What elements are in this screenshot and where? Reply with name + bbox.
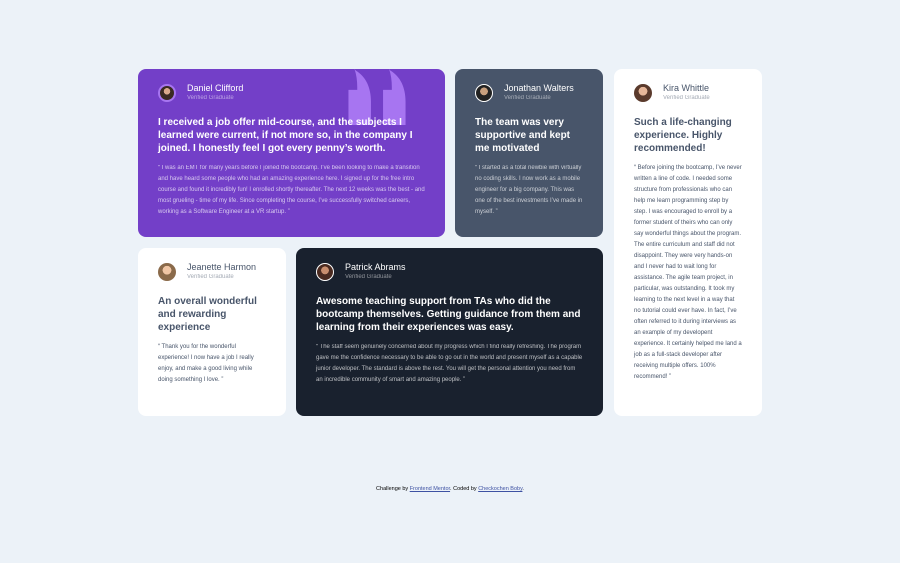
author-link[interactable]: Checkochen Boby <box>478 486 522 492</box>
testimonial-card-jonathan: Jonathan Walters Verified Graduate The t… <box>455 69 603 237</box>
testimonial-card-patrick: Patrick Abrams Verified Graduate Awesome… <box>296 248 603 416</box>
attribution-middle: . Coded by <box>450 486 477 492</box>
testimonial-headline: The team was very supportive and kept me… <box>475 117 571 154</box>
author: Kira Whittle Verified Graduate <box>634 83 742 102</box>
testimonial-card-daniel: Daniel Clifford Verified Graduate I rece… <box>138 69 445 237</box>
author-name: Jeanette Harmon <box>187 262 257 272</box>
avatar <box>634 83 652 102</box>
author-role: Verified Graduate <box>345 274 392 280</box>
attribution: Challenge by Frontend Mentor. Coded by C… <box>0 486 900 492</box>
testimonial-headline: An overall wonderful and rewarding exper… <box>158 296 257 333</box>
testimonial-headline: Awesome teaching support from TAs who di… <box>316 296 581 333</box>
author: Jonathan Walters Verified Graduate <box>475 83 583 102</box>
testimonial-headline: Such a life-changing experience. Highly … <box>634 117 732 154</box>
testimonial-card-kira: Kira Whittle Verified Graduate Such a li… <box>614 69 762 416</box>
author: Patrick Abrams Verified Graduate <box>316 262 583 281</box>
avatar <box>316 262 334 281</box>
avatar <box>158 83 176 102</box>
testimonial-card-jeanette: Jeanette Harmon Verified Graduate An ove… <box>138 248 286 416</box>
testimonial-body: “ I started as a total newbie with virtu… <box>475 165 583 215</box>
avatar <box>475 83 493 102</box>
author: Jeanette Harmon Verified Graduate <box>158 262 266 281</box>
testimonial-headline: I received a job offer mid-course, and t… <box>158 117 413 154</box>
testimonial-body: “ Before joining the bootcamp, I’ve neve… <box>634 165 742 380</box>
testimonial-body: “ I was an EMT for many years before I j… <box>158 165 425 215</box>
frontend-mentor-link[interactable]: Frontend Mentor <box>410 486 450 492</box>
attribution-prefix: Challenge by <box>376 486 409 492</box>
author-name: Kira Whittle <box>663 83 710 93</box>
author-role: Verified Graduate <box>187 95 234 101</box>
author-name: Jonathan Walters <box>504 83 574 93</box>
author-role: Verified Graduate <box>187 274 234 280</box>
testimonial-body: “ Thank you for the wonderful experience… <box>158 344 254 383</box>
author: Daniel Clifford Verified Graduate <box>158 83 425 102</box>
author-role: Verified Graduate <box>504 95 551 101</box>
author-name: Daniel Clifford <box>187 83 244 93</box>
author-name: Patrick Abrams <box>345 262 406 272</box>
avatar <box>158 262 176 281</box>
testimonial-body: “ The staff seem genuinely concerned abo… <box>316 344 583 383</box>
attribution-suffix: . <box>522 486 524 492</box>
author-role: Verified Graduate <box>663 95 710 101</box>
